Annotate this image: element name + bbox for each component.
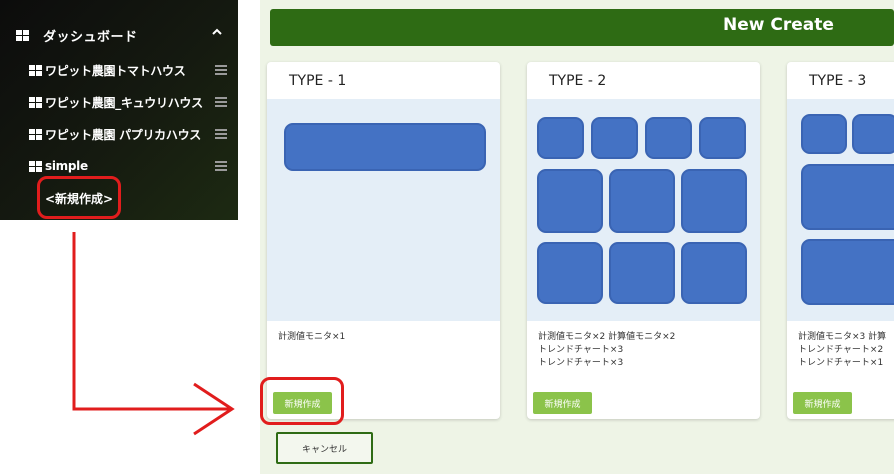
chevron-up-icon[interactable] [212, 28, 222, 36]
card-title: TYPE - 1 [289, 73, 347, 89]
main-panel: New Create TYPE - 1 計測値モニタ×1 新規作成 TYPE -… [260, 0, 894, 474]
card-description: 計測値モニタ×3 計算 トレンドチャート×2 トレンドチャート×1 [798, 332, 887, 368]
preview-tile [609, 169, 675, 233]
layout-preview [267, 99, 500, 321]
menu-icon[interactable] [215, 65, 227, 75]
cancel-button[interactable]: キャンセル [276, 432, 373, 464]
card-description: 計測値モニタ×2 計算値モニタ×2 トレンドチャート×3 トレンドチャート×3 [538, 332, 676, 368]
preview-tile [681, 169, 747, 233]
sidebar-item-tomato-house[interactable]: ワピット農園トマトハウス [29, 61, 229, 79]
preview-tile [591, 117, 638, 159]
preview-tile [284, 123, 486, 171]
layout-preview [527, 99, 760, 321]
preview-tile [645, 117, 692, 159]
preview-tile [852, 114, 894, 154]
preview-tile [609, 242, 675, 304]
sidebar-item-label: ワピット農園 パプリカハウス [45, 127, 201, 142]
sidebar-item-label: simple [45, 159, 88, 173]
layout-preview [787, 99, 894, 321]
grid-icon [29, 160, 42, 172]
grid-icon [16, 29, 29, 41]
menu-icon[interactable] [215, 161, 227, 171]
create-button[interactable]: 新規作成 [533, 392, 592, 414]
preview-tile [681, 242, 747, 304]
highlight-new-link [37, 176, 121, 219]
sidebar-item-label: ワピット農園_キュウリハウス [45, 95, 203, 110]
create-button[interactable]: 新規作成 [793, 392, 852, 414]
preview-tile [537, 169, 603, 233]
card-title: TYPE - 3 [809, 73, 867, 89]
sidebar-item-label: ワピット農園トマトハウス [45, 63, 186, 78]
layout-card-type-3[interactable]: TYPE - 3 計測値モニタ×3 計算 トレンドチャート×2 トレンドチャート… [787, 62, 894, 419]
preview-tile [699, 117, 746, 159]
preview-tile [537, 242, 603, 304]
preview-tile [801, 164, 894, 230]
card-description: 計測値モニタ×1 [278, 332, 346, 342]
card-title: TYPE - 2 [549, 73, 607, 89]
highlight-create-button [260, 377, 344, 425]
layout-card-type-1[interactable]: TYPE - 1 計測値モニタ×1 新規作成 [267, 62, 500, 419]
page-title: New Create [723, 15, 834, 35]
sidebar-item-paprika-house[interactable]: ワピット農園 パプリカハウス [29, 125, 229, 143]
grid-icon [29, 64, 42, 76]
menu-icon[interactable] [215, 97, 227, 107]
sidebar-dashboard-header[interactable]: ダッシュボード [16, 25, 226, 45]
layout-card-type-2[interactable]: TYPE - 2 計測値モニタ×2 計算値モニタ×2 トレンドチャート×3 トレ… [527, 62, 760, 419]
grid-icon [29, 96, 42, 108]
preview-tile [537, 117, 584, 159]
dashboard-label: ダッシュボード [43, 29, 138, 45]
sidebar-item-simple[interactable]: simple [29, 157, 229, 175]
sidebar-item-cucumber-house[interactable]: ワピット農園_キュウリハウス [29, 93, 229, 111]
preview-tile [801, 114, 847, 154]
preview-tile [801, 239, 894, 305]
grid-icon [29, 128, 42, 140]
header-bar: New Create [270, 9, 894, 46]
menu-icon[interactable] [215, 129, 227, 139]
